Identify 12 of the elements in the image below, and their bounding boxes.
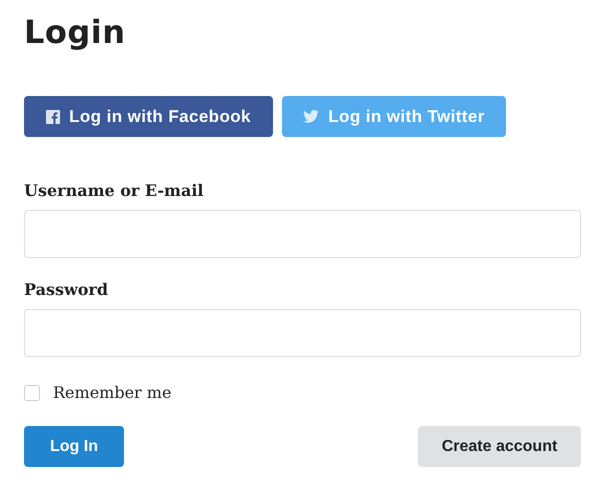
field-label: Password bbox=[24, 280, 110, 299]
login-button[interactable]: Log In bbox=[24, 426, 124, 467]
bird-icon bbox=[303, 110, 320, 123]
create-account-button[interactable]: Create account bbox=[418, 426, 581, 467]
facebook-icon bbox=[46, 110, 60, 124]
facebook-login-button[interactable]: Log in with Facebook bbox=[24, 96, 273, 137]
page-title: Login bbox=[24, 12, 127, 52]
remember-checkbox[interactable] bbox=[24, 384, 40, 400]
input-field[interactable] bbox=[24, 210, 581, 258]
input-field[interactable] bbox=[24, 309, 581, 357]
field-label: Username or E-mail bbox=[24, 181, 205, 200]
remember-label: Remember me bbox=[53, 383, 172, 402]
